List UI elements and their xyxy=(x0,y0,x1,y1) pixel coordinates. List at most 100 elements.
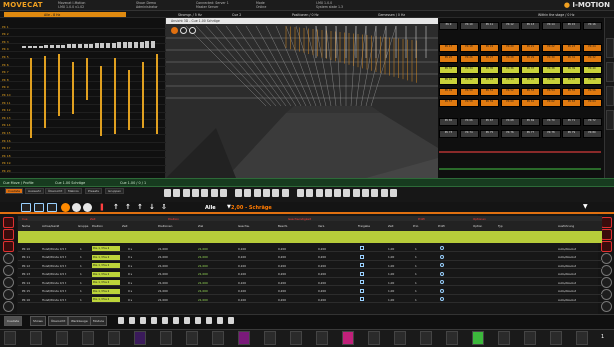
bottom-nav-button[interactable]: Cueliste xyxy=(4,316,23,326)
fixture-cell[interactable]: PK 39 xyxy=(562,66,581,74)
side-button[interactable] xyxy=(601,289,612,300)
editor-tab[interactable]: Cueliste xyxy=(5,188,24,194)
tree-icon[interactable] xyxy=(184,317,190,324)
fixture-cell[interactable]: PK 61 xyxy=(521,99,540,107)
table-icon[interactable] xyxy=(206,317,212,324)
fixture-cell[interactable]: PK 53 xyxy=(521,88,540,96)
fixture-cell[interactable]: PK 11 xyxy=(480,22,499,30)
fixture-cell[interactable]: PK 51 xyxy=(480,88,499,96)
toolbar-icon[interactable] xyxy=(352,189,360,197)
table-column-header[interactable]: Beschl. xyxy=(278,224,288,228)
side-tab-3[interactable] xyxy=(606,86,614,106)
fixture-cell[interactable]: PK 67 xyxy=(480,118,499,126)
fixture-cell[interactable]: PK 42 xyxy=(459,77,479,85)
fixture-cell[interactable]: PK 12 xyxy=(500,22,520,30)
table-row[interactable]: PK 10 Hoist/Winde 0,5 t 1 Pos 1 / Pos 2 0 s 2… xyxy=(18,245,602,252)
list-icon[interactable] xyxy=(151,317,157,324)
fixture-cell[interactable]: PK 29 xyxy=(521,55,540,63)
executor-button[interactable] xyxy=(316,331,328,345)
side-button[interactable] xyxy=(601,301,612,312)
fixture-cell[interactable]: PK 21 xyxy=(521,44,540,52)
editor-tab[interactable]: Makros xyxy=(65,188,82,194)
toolbar-icon[interactable] xyxy=(201,189,209,197)
fixture-cell[interactable]: PK 25 xyxy=(439,55,458,63)
row-position[interactable]: Pos 1 / Pos 2 xyxy=(92,297,120,302)
toolbar-icon[interactable] xyxy=(324,189,332,197)
executor-button[interactable] xyxy=(238,331,250,345)
fixture-cell[interactable]: PK 26 xyxy=(459,55,479,63)
row-radio[interactable] xyxy=(440,288,444,293)
side-tab-4[interactable] xyxy=(606,110,614,130)
toolbar-icon[interactable] xyxy=(389,189,397,197)
executor-button[interactable] xyxy=(576,331,588,345)
fixture-cell[interactable]: PK 15 xyxy=(562,22,581,30)
cue-row[interactable]: PK 2 xyxy=(0,32,166,37)
row-checkbox[interactable] xyxy=(360,254,364,259)
filter-selected[interactable] xyxy=(4,12,126,17)
up-arrow-icon-2[interactable]: ↑ xyxy=(125,203,131,211)
down-arrow-icon-2[interactable]: ⇩ xyxy=(161,203,167,211)
row-position[interactable]: Pos 1 / Pos 2 xyxy=(92,280,120,285)
fixture-cell[interactable]: PK 31 xyxy=(562,55,581,63)
side-button[interactable] xyxy=(601,217,612,228)
row-position[interactable]: Pos 1 / Pos 2 xyxy=(92,271,120,277)
row-checkbox[interactable] xyxy=(360,246,364,250)
toolbar-icon[interactable] xyxy=(235,189,243,197)
fixture-cell[interactable]: PK 55 xyxy=(562,88,581,96)
toolbar-icon[interactable] xyxy=(296,189,304,197)
fixture-cell[interactable]: PK 18 xyxy=(459,44,479,52)
fixture-cell[interactable]: PK 80 xyxy=(582,130,602,138)
toolbar-icon[interactable] xyxy=(306,189,314,197)
editor-tab[interactable]: Übersicht xyxy=(45,188,66,194)
fixture-cell[interactable]: PK 47 xyxy=(562,77,581,85)
cue-row[interactable]: PK 20 xyxy=(0,168,166,174)
executor-button[interactable] xyxy=(498,331,510,345)
pan-icon[interactable] xyxy=(180,27,187,34)
executor-button[interactable] xyxy=(524,331,536,345)
toolbar-icon[interactable] xyxy=(281,189,289,197)
fixture-cell[interactable]: PK 73 xyxy=(439,130,458,138)
fixture-cell[interactable]: PK 50 xyxy=(459,88,479,96)
up-arrow-icon[interactable]: ↑ xyxy=(113,203,119,211)
fixture-cell[interactable]: PK 70 xyxy=(541,118,561,126)
remove-icon[interactable] xyxy=(72,203,81,212)
table-column-header[interactable]: Positionen xyxy=(158,224,172,228)
toolbar-icon[interactable] xyxy=(253,189,261,197)
side-button[interactable] xyxy=(3,241,14,252)
toolbar-icon[interactable] xyxy=(182,189,190,197)
toolbar-icon[interactable] xyxy=(191,189,199,197)
toolbar-icon[interactable] xyxy=(219,189,227,197)
up-arrow-icon-3[interactable]: ↑ xyxy=(137,203,143,211)
row-checkbox[interactable] xyxy=(360,263,364,267)
side-button[interactable] xyxy=(601,241,612,252)
table-column-header[interactable]: Achse/Gerät xyxy=(42,224,59,228)
fixture-cell[interactable]: PK 38 xyxy=(541,66,561,74)
fixture-cell[interactable]: PK 22 xyxy=(541,44,561,52)
row-radio[interactable] xyxy=(440,254,444,259)
filter-item[interactable]: Stromgr. / 5 Hz xyxy=(178,13,202,17)
fixture-cell[interactable]: PK 59 xyxy=(480,99,499,107)
fixture-cell[interactable]: PK 36 xyxy=(500,66,520,74)
add-icon[interactable] xyxy=(61,203,70,212)
fixture-cell[interactable]: PK 69 xyxy=(521,118,540,126)
toolbar-icon[interactable] xyxy=(362,189,369,197)
table-row[interactable]: PK 11 Hoist/Winde 0,5 t 1 Pos 1 / Pos 2 0 s 2… xyxy=(18,254,602,261)
fixture-cell[interactable]: PK 71 xyxy=(562,118,581,126)
row-checkbox[interactable] xyxy=(360,288,364,293)
marker-icon[interactable]: ❚ xyxy=(99,203,105,211)
table-column-header[interactable]: Name xyxy=(22,224,30,228)
executor-button[interactable] xyxy=(30,331,42,345)
toolbar-icon[interactable] xyxy=(272,189,280,197)
executor-button[interactable] xyxy=(394,331,406,345)
chevron-down-icon[interactable]: ▼ xyxy=(583,203,588,210)
chart-icon[interactable] xyxy=(195,317,201,324)
fixture-cell[interactable]: PK 66 xyxy=(459,118,479,126)
fixture-cell[interactable]: PK 16 xyxy=(582,22,602,30)
grid-view-icon[interactable] xyxy=(21,203,31,212)
side-button[interactable] xyxy=(601,253,612,264)
table-row[interactable]: PK 16 Hoist/Winde 0,5 t 1 Pos 1 / Pos 2 0 s 2… xyxy=(18,296,602,303)
executor-button[interactable] xyxy=(550,331,562,345)
table-column-header[interactable]: Typ xyxy=(498,224,503,228)
fixture-cell[interactable]: PK 46 xyxy=(541,77,561,85)
grid-icon[interactable] xyxy=(228,317,234,324)
